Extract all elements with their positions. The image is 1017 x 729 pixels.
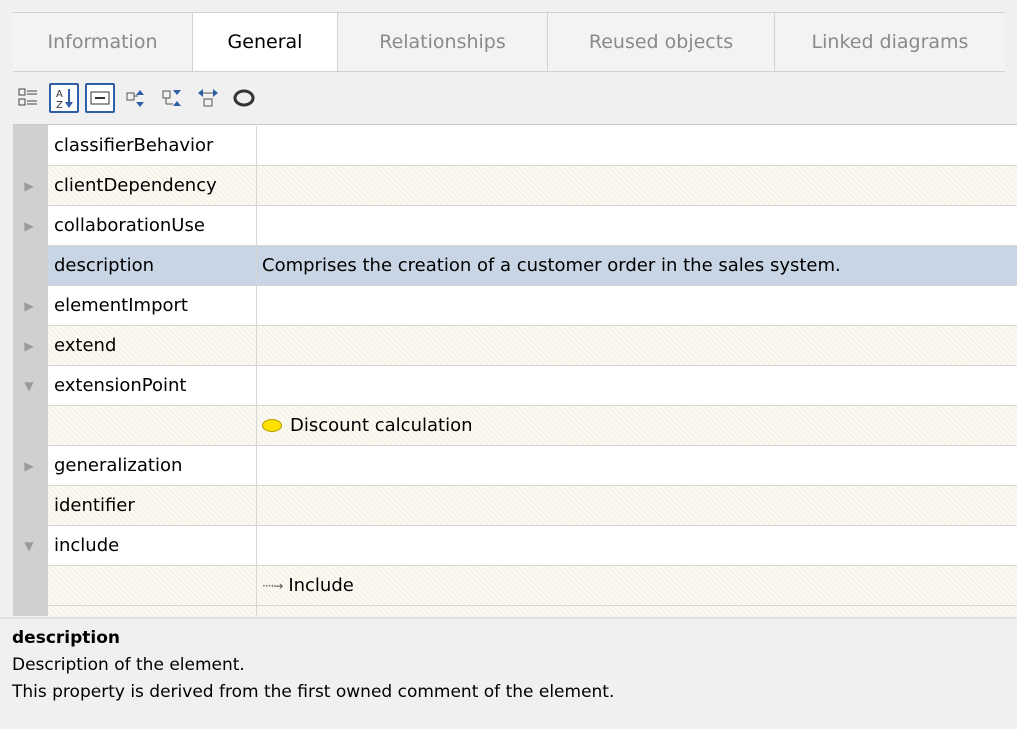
collapse-row-icon[interactable]: ▼: [21, 366, 37, 406]
collapse-all-icon[interactable]: [157, 83, 187, 113]
tab-general[interactable]: General: [193, 13, 338, 71]
property-value-text: Comprises the creation of a customer ord…: [262, 255, 841, 276]
property-value-text: Include: [288, 575, 354, 596]
expand-row-icon[interactable]: ▶: [21, 326, 37, 366]
collapse-row-icon[interactable]: ▼: [21, 526, 37, 566]
tab-information[interactable]: Information: [13, 13, 193, 71]
properties-toolbar: AZ: [13, 74, 1017, 122]
property-name: clientDependency: [48, 166, 257, 205]
property-name: collaborationUse: [48, 206, 257, 245]
property-value[interactable]: [257, 166, 1017, 205]
property-row[interactable]: elementImport: [48, 286, 1017, 326]
description-text: Description of the element.: [12, 655, 245, 675]
property-value[interactable]: Discount calculation: [257, 406, 1017, 445]
property-name: description: [48, 246, 257, 285]
property-name: generalization: [48, 446, 257, 485]
svg-text:A: A: [56, 89, 63, 100]
property-row: [48, 606, 1017, 616]
property-name: extend: [48, 326, 257, 365]
property-row[interactable]: extensionPoint: [48, 366, 1017, 406]
expand-row-icon[interactable]: ▶: [21, 446, 37, 486]
property-row[interactable]: description Comprises the creation of a c…: [48, 246, 1017, 286]
property-name: [48, 606, 257, 616]
property-name: extensionPoint: [48, 366, 257, 405]
property-value[interactable]: [257, 326, 1017, 365]
property-row[interactable]: generalization: [48, 446, 1017, 486]
extension-point-icon: [262, 419, 282, 432]
description-panel: description Description of the element. …: [0, 617, 1017, 729]
property-name: include: [48, 526, 257, 565]
property-row[interactable]: classifierBehavior: [48, 126, 1017, 166]
property-name: elementImport: [48, 286, 257, 325]
property-grid: classifierBehavior clientDependency collab…: [13, 124, 1017, 616]
property-row[interactable]: extend: [48, 326, 1017, 366]
tab-bar: Information General Relationships Reused…: [0, 0, 1017, 74]
description-title: description: [12, 628, 121, 648]
tab-linked-diagrams[interactable]: Linked diagrams: [775, 13, 1005, 71]
property-value-text: Discount calculation: [290, 415, 473, 436]
property-row[interactable]: ····→ Include: [48, 566, 1017, 606]
property-name: identifier: [48, 486, 257, 525]
description-derived-note: This property is derived from the first …: [12, 682, 615, 702]
property-value[interactable]: Comprises the creation of a customer ord…: [257, 246, 1017, 285]
tab-reused-objects[interactable]: Reused objects: [548, 13, 775, 71]
property-name: classifierBehavior: [48, 126, 257, 165]
property-value[interactable]: [257, 446, 1017, 485]
property-name: [48, 566, 257, 605]
property-row[interactable]: clientDependency: [48, 166, 1017, 206]
property-value[interactable]: [257, 126, 1017, 165]
property-value[interactable]: [257, 286, 1017, 325]
property-row[interactable]: identifier: [48, 486, 1017, 526]
eye-icon[interactable]: [229, 83, 259, 113]
navigate-icon[interactable]: [193, 83, 223, 113]
tab-relationships[interactable]: Relationships: [338, 13, 548, 71]
include-arrow-icon: ····→: [262, 578, 283, 593]
property-row[interactable]: Discount calculation: [48, 406, 1017, 446]
property-row[interactable]: include: [48, 526, 1017, 566]
tabs: Information General Relationships Reused…: [13, 12, 1005, 72]
property-name: [48, 406, 257, 445]
property-value[interactable]: [257, 206, 1017, 245]
property-value[interactable]: [257, 366, 1017, 405]
property-row[interactable]: collaborationUse: [48, 206, 1017, 246]
property-value: [257, 606, 1017, 616]
svg-text:Z: Z: [56, 100, 63, 110]
categories-icon[interactable]: [13, 83, 43, 113]
show-advanced-icon[interactable]: [85, 83, 115, 113]
property-value[interactable]: [257, 486, 1017, 525]
sort-alphabetical-icon[interactable]: AZ: [49, 83, 79, 113]
property-value[interactable]: ····→ Include: [257, 566, 1017, 605]
expand-row-icon[interactable]: ▶: [21, 206, 37, 246]
expand-row-icon[interactable]: ▶: [21, 166, 37, 206]
property-value[interactable]: [257, 526, 1017, 565]
expand-all-icon[interactable]: [121, 83, 151, 113]
expand-row-icon[interactable]: ▶: [21, 286, 37, 326]
